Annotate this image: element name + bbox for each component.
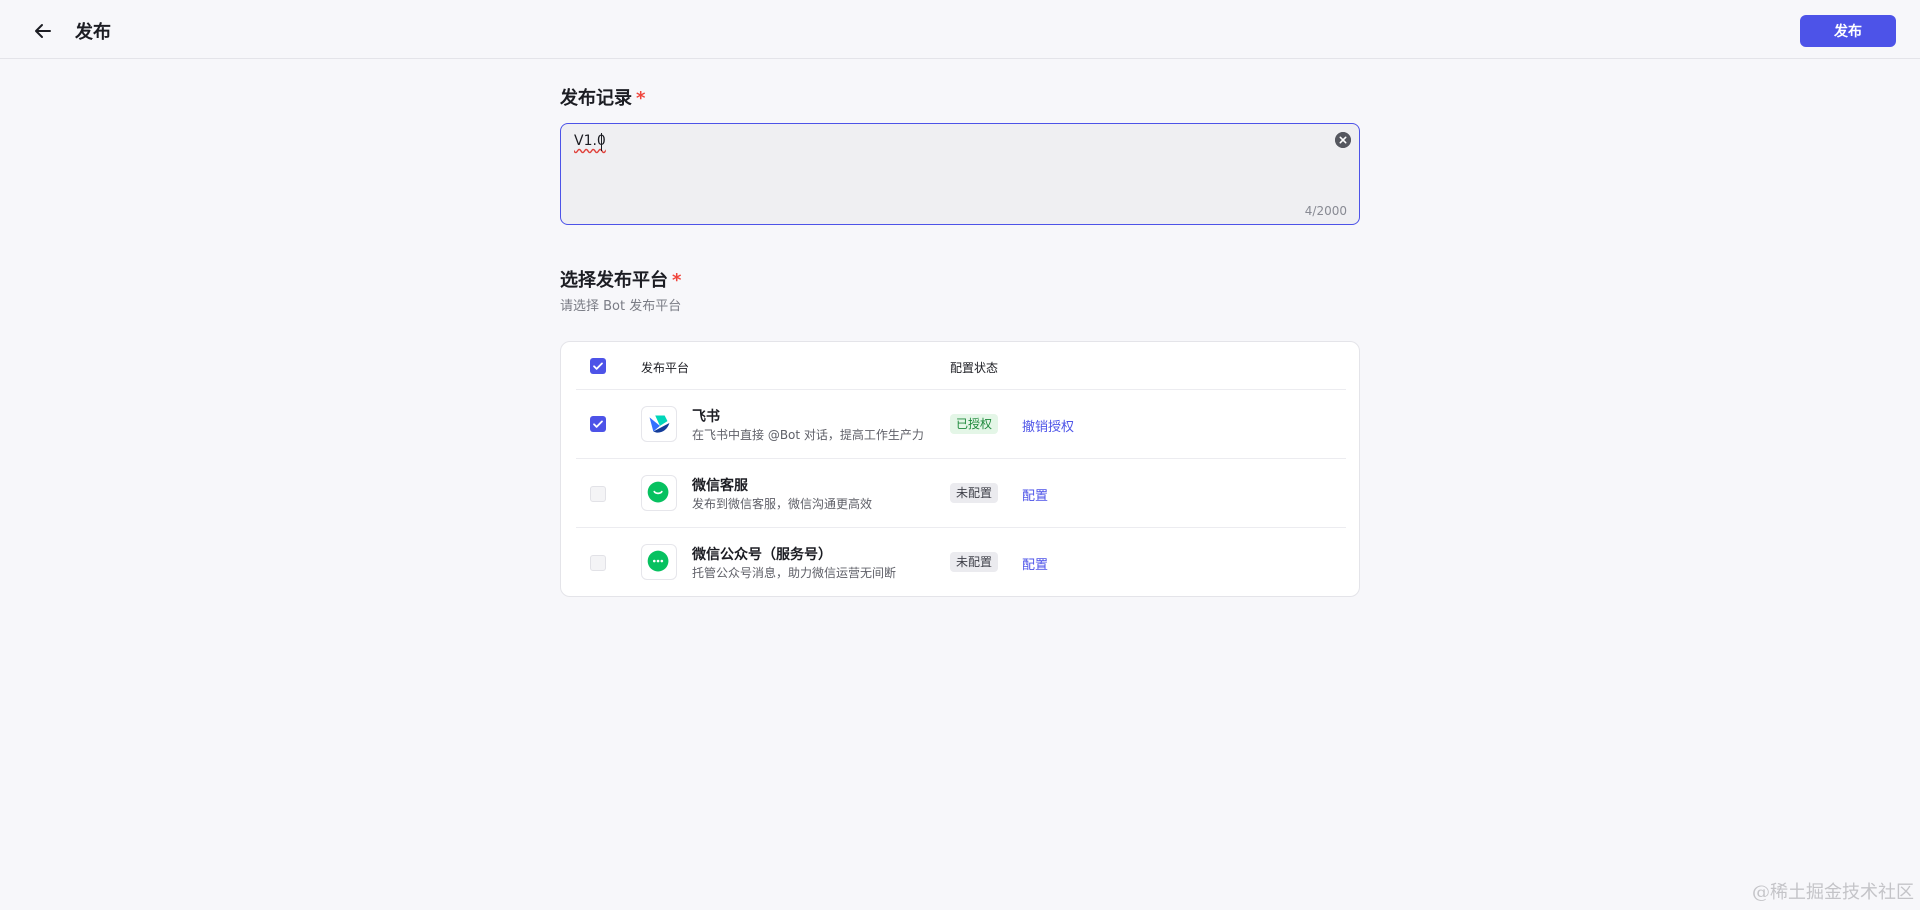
feishu-logo-icon <box>641 406 677 442</box>
record-section-title: 发布记录 * <box>560 84 645 110</box>
status-badge: 未配置 <box>950 552 999 572</box>
select-all-checkbox[interactable] <box>590 358 606 374</box>
table-row-feishu: 飞书 在飞书中直接 @Bot 对话，提高工作生产力 已授权 撤销授权 <box>576 390 1346 459</box>
platform-subtitle: 请选择 Bot 发布平台 <box>560 299 682 314</box>
feishu-checkbox[interactable] <box>590 416 606 432</box>
platform-desc: 在飞书中直接 @Bot 对话，提高工作生产力 <box>692 428 924 442</box>
record-title-text: 发布记录 <box>560 88 632 109</box>
platform-table: 发布平台 配置状态 飞书 在飞书中直接 @Bot 对话，提高工作生产力 已授权 … <box>560 341 1360 597</box>
wechat-service-checkbox[interactable] <box>590 486 606 502</box>
platform-desc: 托管公众号消息，助力微信运营无间断 <box>692 566 897 580</box>
text-caret <box>601 133 602 151</box>
required-mark: * <box>636 88 646 109</box>
platform-desc: 发布到微信客服，微信沟通更高效 <box>692 497 873 511</box>
release-notes-textarea[interactable]: V1.0 4/2000 <box>560 123 1360 225</box>
check-icon <box>593 362 603 370</box>
check-icon <box>593 420 603 428</box>
platform-section-title: 选择发布平台 * <box>560 266 681 292</box>
column-header-status: 配置状态 <box>950 361 999 375</box>
page-title: 发布 <box>75 22 111 43</box>
char-counter: 4/2000 <box>1304 204 1347 218</box>
top-bar: 发布 发布 <box>0 0 1920 59</box>
clear-icon[interactable] <box>1335 132 1351 148</box>
publish-button[interactable]: 发布 <box>1800 15 1896 47</box>
platform-name: 微信公众号（服务号） <box>692 547 832 563</box>
table-row-wechat-official: 微信公众号（服务号） 托管公众号消息，助力微信运营无间断 未配置 配置 <box>576 528 1346 597</box>
status-badge: 未配置 <box>950 483 999 503</box>
column-header-platform: 发布平台 <box>641 361 690 375</box>
platform-name: 微信客服 <box>692 478 748 494</box>
status-badge: 已授权 <box>950 414 999 434</box>
revoke-auth-link[interactable]: 撤销授权 <box>1022 416 1074 435</box>
arrow-left-icon[interactable] <box>32 20 54 42</box>
wechat-logo-icon <box>641 544 677 580</box>
table-row-wechat-service: 微信客服 发布到微信客服，微信沟通更高效 未配置 配置 <box>576 459 1346 528</box>
platform-name: 飞书 <box>692 409 720 425</box>
configure-link[interactable]: 配置 <box>1022 554 1048 573</box>
platform-title-text: 选择发布平台 <box>560 270 668 291</box>
watermark: @稀土掘金技术社区 <box>1752 882 1914 903</box>
table-header-row: 发布平台 配置状态 <box>576 342 1346 390</box>
configure-link[interactable]: 配置 <box>1022 485 1048 504</box>
required-mark: * <box>672 270 682 291</box>
wechat-logo-icon <box>641 475 677 511</box>
wechat-official-checkbox[interactable] <box>590 555 606 571</box>
